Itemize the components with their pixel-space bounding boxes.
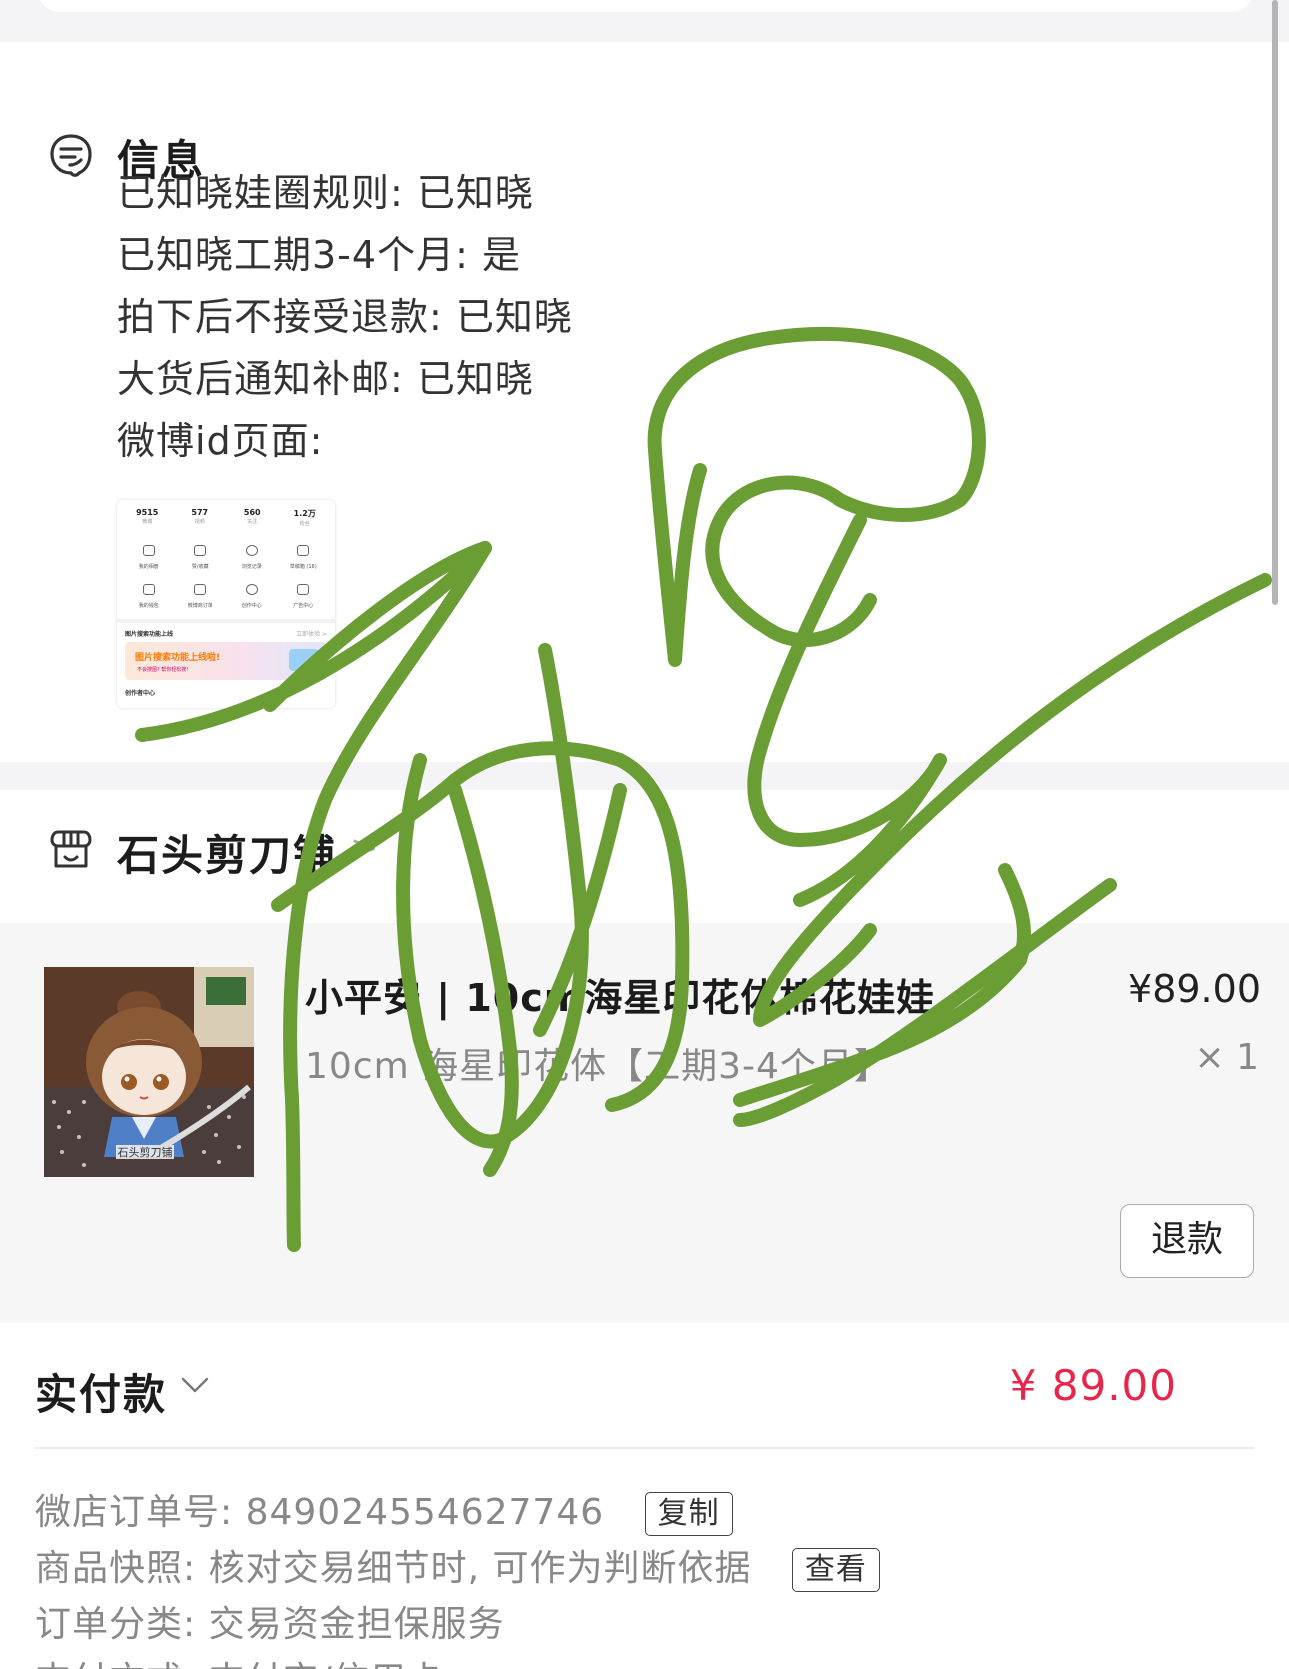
weibo-menu-item: 微博商订单	[175, 580, 227, 609]
product-image[interactable]: 石头剪刀铺	[44, 967, 254, 1177]
wallet-icon	[142, 584, 155, 595]
info-line-rules: 已知晓娃圈规则: 已知晓	[117, 171, 534, 215]
snapshot-label: 商品快照: 核对交易细节时, 可作为判断依据	[35, 1548, 752, 1589]
weibo-menu-item: 创作中心	[226, 580, 278, 609]
info-card: 信息 已知晓娃圈规则: 已知晓 已知晓工期3-4个月: 是 拍下后不接受退款: …	[0, 42, 1289, 762]
weibo-banner-text: 图片搜索功能上线啦!	[135, 653, 221, 663]
shop-name[interactable]: 石头剪刀铺	[117, 822, 337, 883]
weibo-menu-item: 我的相册	[123, 541, 175, 570]
payment-method: 支付方式: 支付宝/信用卡	[35, 1651, 444, 1669]
weibo-stats: 9515 微博 577 视频 560 关注 1.2万粉丝	[117, 500, 335, 527]
weibo-stat: 1.2万粉丝	[280, 508, 330, 527]
drafts-icon	[297, 545, 310, 556]
ad-center-icon	[297, 584, 310, 595]
chevron-right-icon: >	[350, 828, 379, 868]
weibo-stat: 577 视频	[175, 508, 225, 527]
paid-amount: ¥ 89.00	[1009, 1361, 1177, 1410]
weibo-stat-num: 577	[191, 508, 209, 517]
refund-button[interactable]: 退款	[1120, 1204, 1254, 1278]
weibo-stat-label: 微博	[142, 519, 153, 525]
weibo-menu-item: 我的钱包	[123, 580, 175, 609]
weibo-stat: 560 关注	[227, 508, 277, 527]
weibo-creator-center: 创作者中心	[125, 690, 156, 697]
weibo-feature-title: 图片搜索功能上线	[125, 631, 174, 638]
camera-illustration	[289, 649, 319, 671]
weibo-banner-subtext: 不会搜图? 帮你轻松搜!	[137, 667, 189, 673]
weibo-menu-label: 草稿箱 (16)	[289, 564, 317, 570]
product-image-watermark: 石头剪刀铺	[118, 1145, 173, 1159]
message-info-icon	[50, 134, 92, 177]
weibo-menu-label: 广告中心	[293, 603, 314, 609]
product-quantity: × 1	[1194, 1037, 1259, 1078]
weibo-menu-label: 创作中心	[241, 603, 262, 609]
product-sku: 10cm 海星印花体【工期3-4个月】	[305, 1046, 891, 1087]
product-row[interactable]: 石头剪刀铺 小平安 | 10cm海星印花体棉花娃娃 10cm 海星印花体【工期3…	[0, 923, 1289, 1323]
paid-amount-label[interactable]: 实付款	[35, 1361, 167, 1422]
order-number-label: 微店订单号:	[35, 1492, 246, 1533]
weibo-menu-item: 广告中心	[278, 580, 330, 609]
favorite-icon	[194, 545, 207, 556]
weibo-menu-label: 赞/收藏	[191, 564, 209, 570]
weibo-stat: 9515 微博	[122, 508, 172, 527]
scrollbar[interactable]	[1272, 0, 1278, 605]
shopping-bag-icon	[194, 584, 207, 595]
weibo-stat-label: 关注	[247, 519, 258, 525]
chevron-down-icon[interactable]	[180, 1369, 210, 1399]
weibo-stat-label: 粉丝	[299, 521, 310, 527]
album-icon	[142, 545, 155, 556]
weibo-menu-item: 赞/收藏	[175, 541, 227, 570]
previous-card-edge	[38, 0, 1253, 12]
shop-awning-icon	[50, 830, 92, 868]
info-line-shipping: 大货后通知补邮: 已知晓	[117, 357, 534, 401]
weibo-banner: 图片搜索功能上线啦! 不会搜图? 帮你轻松搜!	[125, 642, 327, 680]
weibo-stat-num: 9515	[136, 508, 159, 517]
weibo-stat-label: 视频	[194, 519, 205, 525]
weibo-menu-item: 草稿箱 (16)	[278, 541, 330, 570]
weibo-feature-row: 图片搜索功能上线 立即体验 >	[117, 623, 335, 640]
weibo-menu-label: 我的相册	[138, 564, 159, 570]
copy-button[interactable]: 复制	[644, 1492, 733, 1536]
order-number: 849024554627746	[245, 1492, 605, 1533]
weibo-menu-label: 我的钱包	[138, 603, 159, 609]
info-line-period: 已知晓工期3-4个月: 是	[117, 233, 521, 277]
weibo-stat-num: 560	[243, 508, 261, 517]
lightbulb-icon	[245, 584, 258, 595]
order-category: 订单分类: 交易资金担保服务	[35, 1604, 505, 1645]
product-title[interactable]: 小平安 | 10cm海星印花体棉花娃娃	[305, 967, 935, 1022]
weibo-feature-link: 立即体验 >	[296, 631, 327, 638]
shop-header[interactable]: 石头剪刀铺 >	[0, 790, 1289, 923]
history-icon	[245, 545, 258, 556]
weibo-screenshot-thumbnail[interactable]: 9515 微博 577 视频 560 关注 1.2万粉丝 我的相册 赞/收藏 浏览记录…	[117, 500, 335, 708]
payment-card: 实付款 ¥ 89.00 微店订单号: 849024554627746 复制 商品…	[0, 1323, 1289, 1669]
snapshot-row: 商品快照: 核对交易细节时, 可作为判断依据 查看	[35, 1539, 880, 1592]
weibo-menu-label: 微博商订单	[187, 603, 213, 609]
info-line-weibo: 微博id页面:	[117, 419, 324, 463]
info-line-refund: 拍下后不接受退款: 已知晓	[117, 295, 573, 339]
weibo-menu-item: 浏览记录	[226, 541, 278, 570]
weibo-menu-label: 浏览记录	[241, 564, 262, 570]
order-number-row: 微店订单号: 849024554627746 复制	[35, 1483, 733, 1536]
weibo-menu-grid: 我的相册 赞/收藏 浏览记录 草稿箱 (16) 我的钱包 微博商订单 创作中心 …	[117, 527, 335, 615]
product-price: ¥89.00	[1128, 967, 1261, 1011]
divider	[35, 1447, 1254, 1449]
weibo-stat-num: 1.2万	[293, 509, 316, 518]
view-snapshot-button[interactable]: 查看	[791, 1548, 880, 1592]
